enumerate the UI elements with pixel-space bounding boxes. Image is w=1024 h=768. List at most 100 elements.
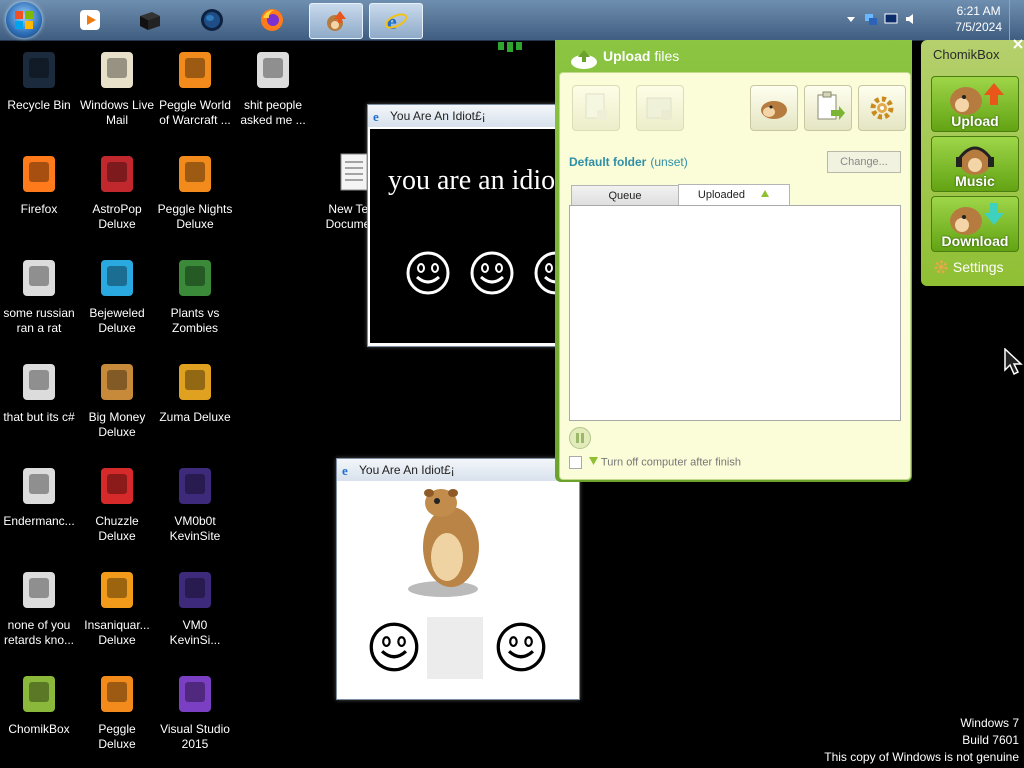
desktop-icon-label: Endermanc...	[3, 514, 75, 528]
desktop-icon-windows-live-mail[interactable]: Windows Live Mail	[78, 46, 156, 128]
upload-file-list[interactable]	[569, 205, 901, 421]
desktop-icon-endermanc[interactable]: Endermanc...	[0, 462, 78, 529]
tab-queue[interactable]: Queue	[571, 185, 679, 207]
window-titlebar[interactable]: e You Are An Idiot£¡	[368, 105, 568, 127]
peggle-icon	[93, 670, 141, 718]
desktop-icon-big-money-deluxe[interactable]: Big Money Deluxe	[78, 358, 156, 440]
pause-button[interactable]	[569, 427, 591, 449]
green-tray-glyph-icon	[498, 42, 522, 52]
desktop-icon-plants-vs-zombies[interactable]: Plants vs Zombies	[156, 254, 234, 336]
taskbar-globe[interactable]	[186, 3, 238, 37]
desktop-icon-vm0b0t-kevinsite[interactable]: VM0b0t KevinSite	[156, 462, 234, 544]
idiot-window-1[interactable]: e You Are An Idiot£¡ you are an idiot	[367, 104, 569, 347]
idiot-window-2[interactable]: e You Are An Idiot£¡	[336, 458, 580, 700]
desktop-icon-recycle-bin[interactable]: Recycle Bin	[0, 46, 78, 113]
monitor-icon[interactable]	[884, 12, 898, 26]
desktop-icon-zuma-deluxe[interactable]: Zuma Deluxe	[156, 358, 234, 425]
desktop-icon-visual-studio-2015[interactable]: Visual Studio 2015	[156, 670, 234, 752]
svg-text:e: e	[342, 463, 348, 477]
show-hidden-icons-icon[interactable]	[844, 12, 858, 26]
desktop-icon-peggle-nights-deluxe[interactable]: Peggle Nights Deluxe	[156, 150, 234, 232]
internet-explorer-icon: e	[342, 463, 348, 477]
clipboard-icon	[817, 91, 845, 120]
desktop-icon-none-of-you-retards-kno[interactable]: none of you retards kno...	[0, 566, 78, 648]
taskbar-internet-explorer[interactable]: e	[369, 3, 423, 39]
tab-uploaded[interactable]: Uploaded	[678, 184, 790, 206]
show-desktop-button[interactable]	[1009, 0, 1024, 40]
settings-link[interactable]: Settings	[933, 259, 1003, 275]
globe-icon	[201, 9, 223, 31]
music-button[interactable]: Music	[931, 136, 1019, 192]
file-icon	[15, 462, 63, 510]
desktop-icon-insaniquar-deluxe[interactable]: Insaniquar... Deluxe	[78, 566, 156, 648]
clock-time: 6:21 AM	[956, 4, 1001, 18]
desktop-icon-that-but-its-c[interactable]: that but its c#	[0, 358, 78, 425]
taskbar-chomikbox[interactable]	[309, 3, 363, 39]
chomikbox-icon	[15, 670, 63, 718]
desktop-icon-label: VM0 KevinSi...	[169, 618, 221, 647]
dropdown-arrow-icon	[589, 457, 599, 466]
turn-off-option[interactable]: Turn off computer after finish	[569, 456, 741, 469]
visual-studio-file-icon	[171, 462, 219, 510]
hamster-icon	[761, 101, 787, 119]
desktop-icon-label: some russian ran a rat	[3, 306, 75, 335]
desktop-icon-astropop-deluxe[interactable]: AstroPop Deluxe	[78, 150, 156, 232]
turn-off-label: Turn off computer after finish	[600, 456, 741, 469]
close-icon[interactable]	[1012, 38, 1024, 50]
desktop-icon-label: Peggle World of Warcraft ...	[159, 98, 231, 127]
desktop-icon-chuzzle-deluxe[interactable]: Chuzzle Deluxe	[78, 462, 156, 544]
volume-icon[interactable]	[904, 12, 918, 26]
turn-off-checkbox[interactable]	[569, 456, 582, 469]
start-button[interactable]	[6, 2, 42, 38]
gear-icon	[870, 96, 894, 120]
network-icon[interactable]	[864, 12, 878, 26]
desktop-icon-shit-people-asked-me[interactable]: shit people asked me ...	[234, 46, 312, 128]
download-button-label: Download	[941, 233, 1009, 249]
desktop-icon-label: shit people asked me ...	[240, 98, 306, 127]
desktop-icon-some-russian-ran-a-rat[interactable]: some russian ran a rat	[0, 254, 78, 336]
taskbar: e 6:21 AM 7/5/2024	[0, 0, 1024, 41]
desktop-icon-firefox[interactable]: Firefox	[0, 150, 78, 217]
idiot-text: you are an idiot	[388, 165, 563, 196]
watermark-line-2: Build 7601	[962, 733, 1019, 747]
download-button[interactable]: Download	[931, 196, 1019, 252]
desktop-icon-chomikbox[interactable]: ChomikBox	[0, 670, 78, 737]
side-panel-title: ChomikBox	[933, 47, 1000, 62]
add-files-button[interactable]	[572, 85, 620, 131]
desktop-icon-vm0-kevinsi[interactable]: VM0 KevinSi...	[156, 566, 234, 648]
upload-button[interactable]: Upload	[931, 76, 1019, 132]
zuma-icon	[171, 358, 219, 406]
add-folder-button[interactable]	[636, 85, 684, 131]
upload-cloud-icon	[571, 50, 597, 69]
paste-button[interactable]	[804, 85, 852, 131]
default-folder-label: Default folder (unset)	[569, 155, 688, 169]
taskbar-app[interactable]	[124, 3, 176, 37]
tab-uploaded-label: Uploaded	[697, 189, 746, 201]
hamster-upload-icon	[950, 83, 1004, 115]
desktop-icon-label: ChomikBox	[8, 722, 70, 736]
upload-settings-button[interactable]	[858, 85, 906, 131]
bejeweled-icon	[93, 254, 141, 302]
chomikbox-upload-window[interactable]: Upload files Default folder (unset) Chang…	[555, 40, 912, 482]
mouse-cursor-icon	[1004, 348, 1023, 376]
peggle-icon	[171, 46, 219, 94]
chomik-account-button[interactable]	[750, 85, 798, 131]
change-folder-button[interactable]: Change...	[827, 151, 901, 173]
window-title: You Are An Idiot£¡	[359, 463, 455, 477]
taskbar-media-player[interactable]	[64, 3, 116, 37]
windows-watermark: Windows 7 Build 7601 This copy of Window…	[824, 715, 1019, 766]
desktop-icon-label: Recycle Bin	[7, 98, 71, 112]
window-titlebar[interactable]: e You Are An Idiot£¡	[337, 459, 579, 481]
window-title: You Are An Idiot£¡	[390, 109, 486, 123]
add-folder-icon	[646, 97, 672, 120]
desktop-icon-bejeweled-deluxe[interactable]: Bejeweled Deluxe	[78, 254, 156, 336]
windows-live-mail-icon	[93, 46, 141, 94]
default-folder-value: (unset)	[650, 155, 688, 169]
taskbar-firefox[interactable]	[246, 3, 298, 37]
desktop-icon-peggle-deluxe[interactable]: Peggle Deluxe	[78, 670, 156, 752]
desktop-icon-peggle-world-of-warcraft[interactable]: Peggle World of Warcraft ...	[156, 46, 234, 128]
chomikbox-icon	[327, 11, 346, 31]
clock[interactable]: 6:21 AM 7/5/2024	[955, 3, 1002, 35]
window-content: you are an idiot	[369, 128, 568, 344]
insaniquarium-icon	[93, 566, 141, 614]
